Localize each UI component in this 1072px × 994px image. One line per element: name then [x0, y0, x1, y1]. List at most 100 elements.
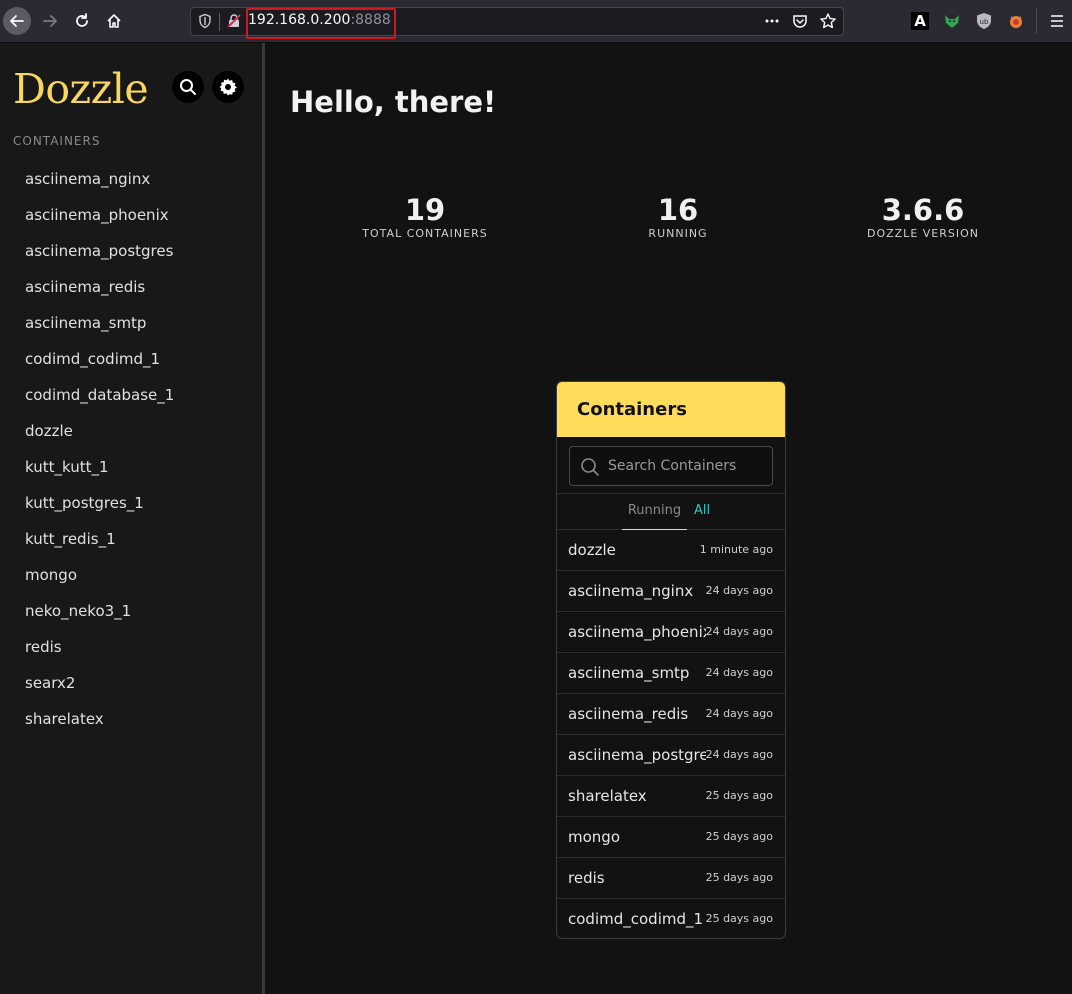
container-time: 25 days ago	[705, 912, 773, 925]
dozzle-logo[interactable]: Dozzle	[13, 65, 149, 113]
stat-value: 3.6.6	[881, 193, 965, 227]
list-item[interactable]: asciinema_redis 24 days ago	[557, 694, 785, 735]
list-item[interactable]: asciinema_smtp 24 days ago	[557, 653, 785, 694]
bug-icon	[1010, 16, 1022, 28]
container-time: 24 days ago	[705, 707, 773, 720]
container-time: 25 days ago	[705, 871, 773, 884]
stat-value: 16	[657, 193, 699, 227]
container-name: dozzle	[568, 541, 616, 559]
reload-icon	[76, 13, 88, 27]
insecure-lock-icon[interactable]	[226, 13, 242, 29]
sidebar-item-mongo[interactable]: mongo	[25, 557, 174, 593]
sidebar-item-asciinema-smtp[interactable]: asciinema_smtp	[25, 305, 174, 341]
ublock-shield-icon: ub	[977, 13, 991, 29]
home-button[interactable]	[100, 7, 128, 35]
bookmark-star-icon[interactable]	[819, 12, 837, 30]
stat-running: 16 RUNNING	[578, 193, 778, 240]
container-name: asciinema_redis	[568, 705, 689, 723]
list-item[interactable]: dozzle 1 minute ago	[557, 530, 785, 571]
sidebar-item-asciinema-nginx[interactable]: asciinema_nginx	[25, 161, 174, 197]
url-actions	[763, 12, 837, 30]
sidebar-item-searx2[interactable]: searx2	[25, 665, 174, 701]
container-name: asciinema_phoenix	[568, 623, 712, 641]
container-name: sharelatex	[568, 787, 647, 805]
filter-tabs: Running All	[557, 493, 785, 530]
container-time: 24 days ago	[705, 666, 773, 679]
sidebar-item-redis[interactable]: redis	[25, 629, 174, 665]
fox-icon	[945, 15, 959, 28]
reload-button[interactable]	[68, 7, 96, 35]
main-content: Hello, there! 19 TOTAL CONTAINERS 16 RUN…	[265, 43, 1072, 994]
ext-fox-icon[interactable]	[942, 11, 962, 31]
back-button[interactable]	[3, 7, 31, 35]
container-name: codimd_codimd_1	[568, 910, 704, 928]
app-menu-button[interactable]	[1047, 11, 1067, 31]
settings-button[interactable]	[212, 71, 244, 103]
more-actions-icon[interactable]	[763, 12, 781, 30]
search-icon	[581, 458, 599, 476]
list-item[interactable]: redis 25 days ago	[557, 858, 785, 899]
ext-a-label: A	[911, 12, 929, 30]
ext-a-icon[interactable]: A	[910, 11, 930, 31]
ublock-icon[interactable]: ub	[974, 11, 994, 31]
stat-total-containers: 19 TOTAL CONTAINERS	[325, 193, 525, 240]
search-containers-input[interactable]	[608, 447, 768, 485]
container-name: redis	[568, 869, 605, 887]
arrow-right-icon	[43, 15, 57, 27]
sidebar: Dozzle CONTAINERS asciinema_nginx asciin…	[0, 43, 262, 994]
list-item[interactable]: sharelatex 25 days ago	[557, 776, 785, 817]
stat-label: TOTAL CONTAINERS	[362, 227, 488, 240]
forward-button[interactable]	[36, 7, 64, 35]
stat-label: RUNNING	[648, 227, 708, 240]
sidebar-item-neko-neko3-1[interactable]: neko_neko3_1	[25, 593, 174, 629]
container-name: mongo	[568, 828, 620, 846]
container-time: 25 days ago	[705, 830, 773, 843]
containers-panel: Containers Running All dozzle 1 minute ag…	[556, 381, 786, 939]
toolbar-separator	[1036, 8, 1037, 34]
stat-value: 19	[404, 193, 446, 227]
container-list: dozzle 1 minute ago asciinema_nginx 24 day…	[557, 530, 785, 938]
page-greeting: Hello, there!	[290, 85, 497, 119]
arrow-left-icon	[10, 15, 24, 27]
sidebar-item-codimd-database-1[interactable]: codimd_database_1	[25, 377, 174, 413]
sidebar-item-asciinema-postgres[interactable]: asciinema_postgres	[25, 233, 174, 269]
sidebar-item-kutt-redis-1[interactable]: kutt_redis_1	[25, 521, 174, 557]
home-icon	[107, 14, 121, 28]
container-time: 25 days ago	[705, 789, 773, 802]
stat-label: DOZZLE VERSION	[866, 227, 979, 240]
container-time: 1 minute ago	[699, 543, 773, 556]
container-time: 24 days ago	[705, 748, 773, 761]
sidebar-item-sharelatex[interactable]: sharelatex	[25, 701, 174, 737]
pocket-icon[interactable]	[791, 12, 809, 30]
sidebar-item-asciinema-redis[interactable]: asciinema_redis	[25, 269, 174, 305]
list-item[interactable]: mongo 25 days ago	[557, 817, 785, 858]
search-button[interactable]	[172, 71, 204, 103]
list-item[interactable]: asciinema_nginx 24 days ago	[557, 571, 785, 612]
container-name: asciinema_postgres	[568, 746, 717, 764]
ext-bug-icon[interactable]	[1006, 11, 1026, 31]
list-item[interactable]: codimd_codimd_1 25 days ago	[557, 899, 785, 938]
container-name: asciinema_nginx	[568, 582, 694, 600]
sidebar-item-kutt-kutt-1[interactable]: kutt_kutt_1	[25, 449, 174, 485]
container-time: 24 days ago	[705, 584, 773, 597]
ublock-label: ub	[980, 18, 989, 26]
tab-running[interactable]: Running	[622, 494, 687, 530]
sidebar-item-asciinema-phoenix[interactable]: asciinema_phoenix	[25, 197, 174, 233]
container-time: 24 days ago	[705, 625, 773, 638]
search-icon	[180, 79, 196, 95]
sidebar-item-codimd-codimd-1[interactable]: codimd_codimd_1	[25, 341, 174, 377]
gear-icon	[219, 78, 237, 96]
container-nav-list: asciinema_nginx asciinema_phoenix asciin…	[25, 161, 174, 737]
panel-title: Containers	[557, 382, 785, 437]
browser-toolbar: 192.168.0.200:8888 A ub	[0, 0, 1072, 43]
containers-section-label: CONTAINERS	[13, 134, 101, 148]
sidebar-item-dozzle[interactable]: dozzle	[25, 413, 174, 449]
search-container-box	[569, 446, 773, 486]
list-item[interactable]: asciinema_postgres 24 days ago	[557, 735, 785, 776]
tab-all[interactable]: All	[694, 494, 710, 530]
url-separator	[219, 13, 220, 31]
shield-icon[interactable]	[197, 13, 213, 29]
sidebar-item-kutt-postgres-1[interactable]: kutt_postgres_1	[25, 485, 174, 521]
list-item[interactable]: asciinema_phoenix 24 days ago	[557, 612, 785, 653]
url-highlight-box	[246, 8, 396, 39]
